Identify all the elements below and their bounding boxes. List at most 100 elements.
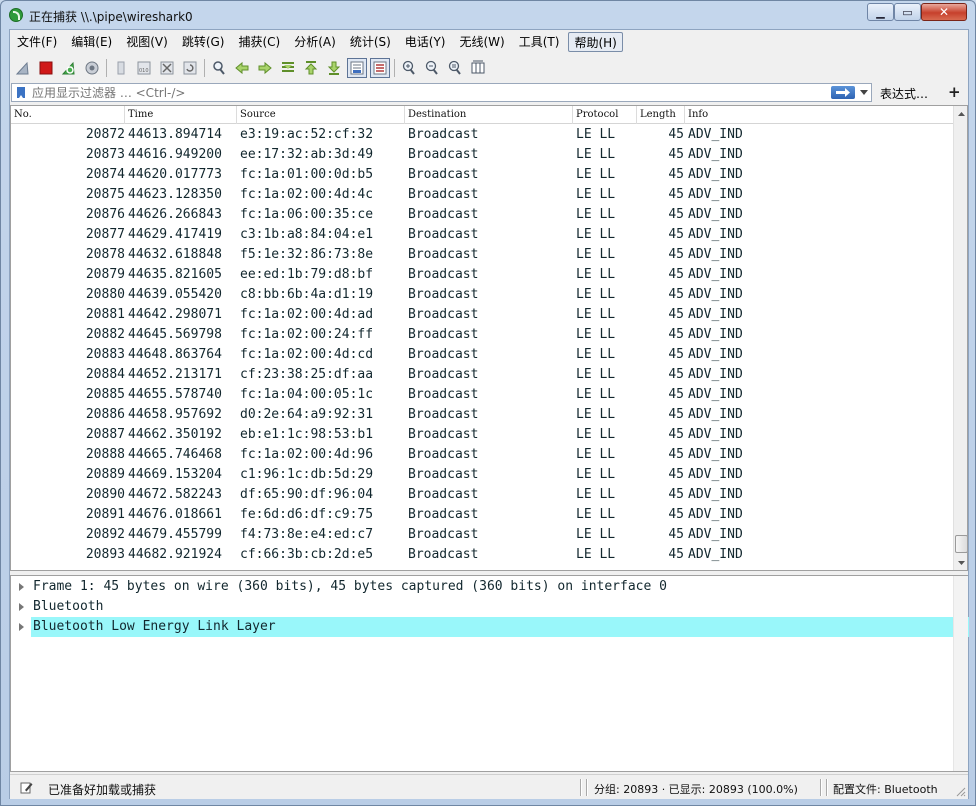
menu-go[interactable]: 跳转(G) <box>177 32 230 52</box>
display-filter-input[interactable] <box>32 85 812 100</box>
menu-analyze[interactable]: 分析(A) <box>289 32 341 52</box>
go-last-button[interactable] <box>324 58 344 78</box>
menu-file[interactable]: 文件(F) <box>12 32 62 52</box>
packet-protocol: LE LL <box>576 487 616 502</box>
packet-protocol: LE LL <box>576 307 616 322</box>
table-row[interactable]: 20873 44616.949200 ee:17:32:ab:3d:49 Broadc… <box>11 145 953 165</box>
menu-capture[interactable]: 捕获(C) <box>233 32 285 52</box>
table-row[interactable]: 20879 44635.821605 ee:ed:1b:79:d8:bf Broadc… <box>11 265 953 285</box>
table-row[interactable]: 20890 44672.582243 df:65:90:df:96:04 Broadc… <box>11 485 953 505</box>
stop-capture-button[interactable] <box>36 58 56 78</box>
open-file-button[interactable] <box>111 58 131 78</box>
table-row[interactable]: 20877 44629.417419 c3:1b:a8:84:04:e1 Broadc… <box>11 225 953 245</box>
expand-arrow-icon[interactable] <box>19 603 24 611</box>
close-file-button[interactable] <box>157 58 177 78</box>
apply-filter-button[interactable] <box>831 86 855 99</box>
column-header-info[interactable]: Info <box>685 106 953 124</box>
menu-tools[interactable]: 工具(T) <box>514 32 565 52</box>
table-row[interactable]: 20883 44648.863764 fc:1a:02:00:4d:cd Broadc… <box>11 345 953 365</box>
expand-arrow-icon[interactable] <box>19 583 24 591</box>
packet-protocol: LE LL <box>576 127 616 142</box>
packet-list-scrollbar[interactable] <box>953 106 967 570</box>
details-scrollbar[interactable] <box>953 576 968 771</box>
column-header-time[interactable]: Time <box>125 106 237 124</box>
table-row[interactable]: 20876 44626.266843 fc:1a:06:00:35:ce Broadc… <box>11 205 953 225</box>
wireshark-window: 正在捕获 \\.\pipe\wireshark0 ▁ ▭ ✕ 文件(F) 编辑(… <box>0 0 976 806</box>
go-back-button[interactable] <box>232 58 252 78</box>
go-first-button[interactable] <box>301 58 321 78</box>
packet-length: 45 <box>668 507 684 522</box>
colorize-button[interactable] <box>370 58 390 78</box>
column-header-length[interactable]: Length <box>637 106 685 124</box>
column-header-destination[interactable]: Destination <box>405 106 573 124</box>
detail-row-frame[interactable]: Frame 1: 45 bytes on wire (360 bits), 45… <box>11 577 953 597</box>
detail-row-btle-link-layer[interactable]: Bluetooth Low Energy Link Layer <box>11 617 969 637</box>
packet-details[interactable]: Frame 1: 45 bytes on wire (360 bits), 45… <box>10 575 969 772</box>
minimize-button[interactable]: ▁ <box>867 3 894 21</box>
table-row[interactable]: 20885 44655.578740 fc:1a:04:00:05:1c Broadc… <box>11 385 953 405</box>
packet-time: 44658.957692 <box>128 407 222 422</box>
title-bar[interactable]: 正在捕获 \\.\pipe\wireshark0 ▁ ▭ ✕ <box>1 1 975 29</box>
table-row[interactable]: 20891 44676.018661 fe:6d:d6:df:c9:75 Broadc… <box>11 505 953 525</box>
auto-scroll-button[interactable] <box>347 58 367 78</box>
find-packet-button[interactable] <box>209 58 229 78</box>
scroll-down-button[interactable] <box>954 555 967 570</box>
column-header-no[interactable]: No. <box>11 106 125 124</box>
edit-comment-icon[interactable] <box>20 781 33 794</box>
table-row[interactable]: 20886 44658.957692 d0:2e:64:a9:92:31 Broadc… <box>11 405 953 425</box>
scroll-thumb[interactable] <box>955 535 967 553</box>
add-filter-button[interactable]: + <box>948 83 961 101</box>
packet-length: 45 <box>668 147 684 162</box>
profile-label[interactable]: 配置文件: Bluetooth <box>833 781 938 797</box>
column-header-source[interactable]: Source <box>237 106 405 124</box>
table-row[interactable]: 20880 44639.055420 c8:bb:6b:4a:d1:19 Broadc… <box>11 285 953 305</box>
save-file-button[interactable]: 010 <box>134 58 154 78</box>
start-capture-button[interactable] <box>13 58 33 78</box>
table-row[interactable]: 20889 44669.153204 c1:96:1c:db:5d:29 Broadc… <box>11 465 953 485</box>
filter-history-dropdown[interactable] <box>857 86 871 99</box>
packet-destination: Broadcast <box>408 227 479 242</box>
table-row[interactable]: 20878 44632.618848 f5:1e:32:86:73:8e Broadc… <box>11 245 953 265</box>
packet-info: ADV_IND <box>688 267 743 282</box>
expand-arrow-icon[interactable] <box>19 623 24 631</box>
capture-options-button[interactable] <box>82 58 102 78</box>
resize-grip-icon[interactable] <box>954 785 966 797</box>
table-row[interactable]: 20893 44682.921924 cf:66:3b:cb:2d:e5 Broadc… <box>11 545 953 565</box>
menu-wireless[interactable]: 无线(W) <box>455 32 510 52</box>
zoom-in-button[interactable] <box>399 58 419 78</box>
table-row[interactable]: 20887 44662.350192 eb:e1:1c:98:53:b1 Broadc… <box>11 425 953 445</box>
go-to-packet-button[interactable] <box>278 58 298 78</box>
status-bar: 已准备好加载或捕获 分组: 20893 · 已显示: 20893 (100.0%… <box>10 774 968 799</box>
table-row[interactable]: 20874 44620.017773 fc:1a:01:00:0d:b5 Broadc… <box>11 165 953 185</box>
close-button[interactable]: ✕ <box>921 3 967 21</box>
reload-file-icon <box>183 61 197 75</box>
table-row[interactable]: 20881 44642.298071 fc:1a:02:00:4d:ad Broadc… <box>11 305 953 325</box>
menu-telephony[interactable]: 电话(Y) <box>400 32 451 52</box>
menu-statistics[interactable]: 统计(S) <box>345 32 396 52</box>
table-row[interactable]: 20884 44652.213171 cf:23:38:25:df:aa Broadc… <box>11 365 953 385</box>
resize-columns-button[interactable] <box>468 58 488 78</box>
restart-capture-button[interactable] <box>59 58 79 78</box>
packet-destination: Broadcast <box>408 367 479 382</box>
reload-file-button[interactable] <box>180 58 200 78</box>
chevron-down-icon <box>860 90 868 95</box>
detail-row-bluetooth[interactable]: Bluetooth <box>11 597 953 617</box>
menu-edit[interactable]: 编辑(E) <box>66 32 117 52</box>
go-forward-button[interactable] <box>255 58 275 78</box>
menu-view[interactable]: 视图(V) <box>121 32 173 52</box>
packet-rows: 20872 44613.894714 e3:19:ac:52:cf:32 Broadc… <box>11 125 953 565</box>
zoom-normal-button[interactable] <box>445 58 465 78</box>
table-row[interactable]: 20888 44665.746468 fc:1a:02:00:4d:96 Broadc… <box>11 445 953 465</box>
bookmark-icon[interactable] <box>17 87 25 98</box>
table-row[interactable]: 20882 44645.569798 fc:1a:02:00:24:ff Broadc… <box>11 325 953 345</box>
table-row[interactable]: 20892 44679.455799 f4:73:8e:e4:ed:c7 Broadc… <box>11 525 953 545</box>
column-header-protocol[interactable]: Protocol <box>573 106 637 124</box>
maximize-button[interactable]: ▭ <box>894 3 921 21</box>
packet-list[interactable]: No. Time Source Destination Protocol Len… <box>10 105 968 571</box>
table-row[interactable]: 20875 44623.128350 fc:1a:02:00:4d:4c Broadc… <box>11 185 953 205</box>
scroll-up-button[interactable] <box>954 106 967 121</box>
menu-help[interactable]: 帮助(H) <box>568 32 623 52</box>
expression-button[interactable]: 表达式… <box>880 85 928 102</box>
table-row[interactable]: 20872 44613.894714 e3:19:ac:52:cf:32 Broadc… <box>11 125 953 145</box>
zoom-out-button[interactable] <box>422 58 442 78</box>
